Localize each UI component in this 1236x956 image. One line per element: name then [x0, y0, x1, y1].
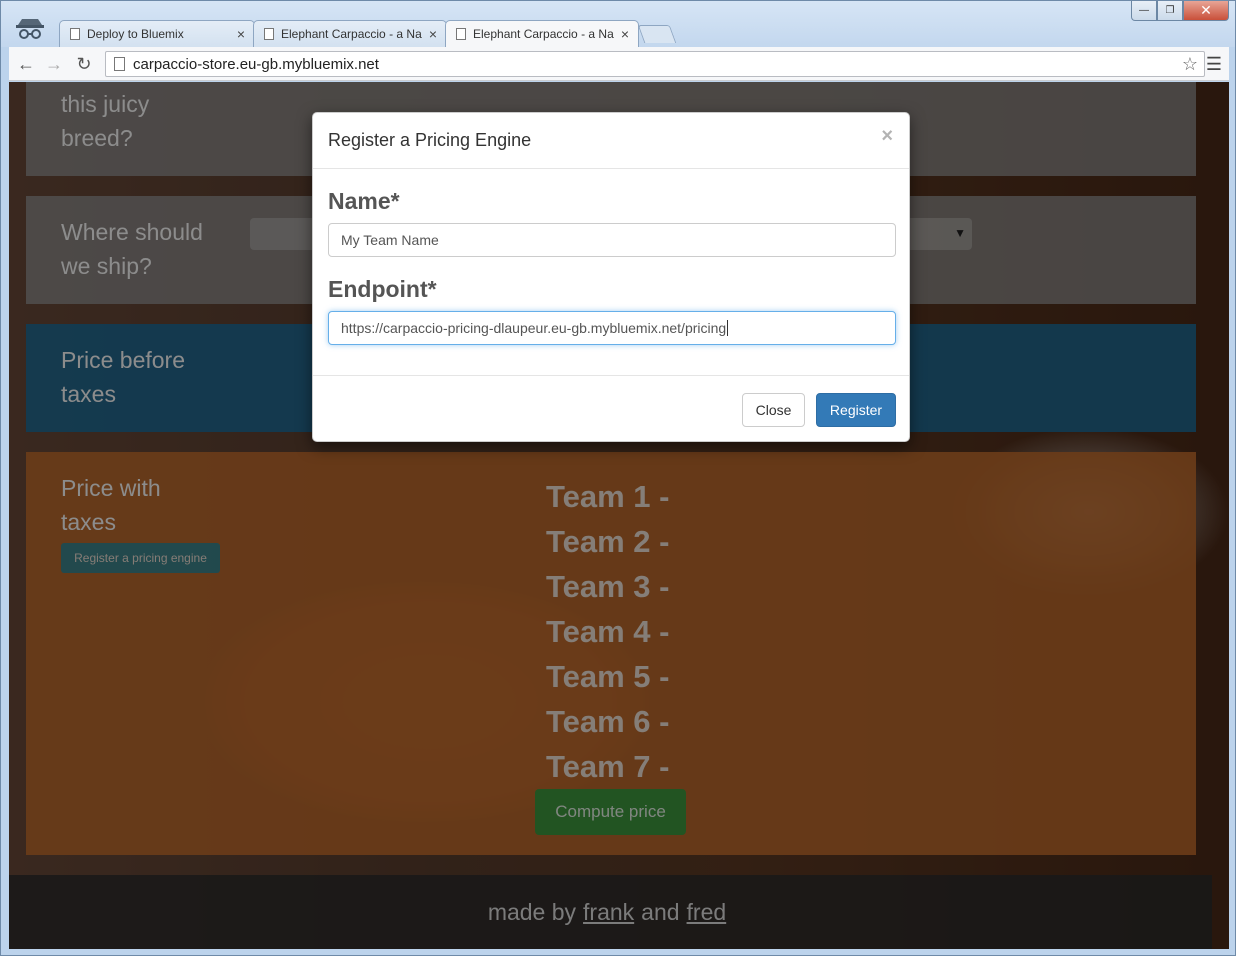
- page-icon: [264, 28, 274, 40]
- tab-close-icon[interactable]: ×: [424, 26, 442, 42]
- browser-toolbar: ← → ↻ carpaccio-store.eu-gb.mybluemix.ne…: [9, 47, 1229, 81]
- endpoint-field-value: https://carpaccio-pricing-dlaupeur.eu-gb…: [341, 320, 727, 336]
- tab-close-icon[interactable]: ×: [616, 26, 634, 42]
- tab-deploy-to-bluemix[interactable]: Deploy to Bluemix ×: [59, 20, 255, 47]
- tab-elephant-carpaccio-1[interactable]: Elephant Carpaccio - a Na ×: [253, 20, 447, 47]
- tab-label: Deploy to Bluemix: [87, 27, 184, 41]
- tab-close-icon[interactable]: ×: [232, 26, 250, 42]
- name-label: Name*: [328, 188, 400, 214]
- incognito-icon: [13, 13, 47, 43]
- forward-arrow-icon[interactable]: →: [43, 53, 65, 75]
- reload-icon[interactable]: ↻: [73, 53, 95, 75]
- close-icon[interactable]: ×: [881, 125, 893, 148]
- page-icon: [456, 28, 466, 40]
- bookmark-star-icon[interactable]: ☆: [1182, 54, 1198, 75]
- tab-label: Elephant Carpaccio - a Na: [473, 27, 614, 41]
- name-field-value: My Team Name: [341, 232, 439, 248]
- tab-elephant-carpaccio-2[interactable]: Elephant Carpaccio - a Na ×: [445, 20, 639, 47]
- restore-icon[interactable]: ❐: [1157, 1, 1183, 21]
- back-arrow-icon[interactable]: ←: [15, 53, 37, 75]
- url-text[interactable]: carpaccio-store.eu-gb.mybluemix.net: [133, 56, 379, 73]
- endpoint-field[interactable]: https://carpaccio-pricing-dlaupeur.eu-gb…: [328, 311, 896, 345]
- register-pricing-engine-modal: Register a Pricing Engine × Name* My Tea…: [312, 112, 910, 442]
- page-icon: [70, 28, 80, 40]
- endpoint-label: Endpoint*: [328, 276, 437, 302]
- name-field[interactable]: My Team Name: [328, 223, 896, 257]
- address-bar[interactable]: carpaccio-store.eu-gb.mybluemix.net ☆: [105, 51, 1205, 77]
- modal-title: Register a Pricing Engine: [328, 130, 532, 150]
- window-close-icon[interactable]: ✕: [1183, 1, 1229, 21]
- page-icon: [114, 57, 125, 71]
- hamburger-menu-icon[interactable]: ☰: [1203, 53, 1225, 75]
- close-button[interactable]: Close: [742, 393, 805, 427]
- modal-header: Register a Pricing Engine ×: [313, 113, 909, 169]
- tab-label: Elephant Carpaccio - a Na: [281, 27, 422, 41]
- text-caret: [727, 320, 729, 336]
- page-viewport: this juicy breed? Where should we ship? …: [9, 82, 1229, 949]
- minimize-icon[interactable]: —: [1131, 1, 1157, 21]
- window-controls: — ❐ ✕: [1131, 1, 1229, 21]
- modal-footer: Close Register: [313, 375, 909, 443]
- register-button[interactable]: Register: [816, 393, 896, 427]
- new-tab-button[interactable]: [637, 25, 677, 43]
- browser-window: Deploy to Bluemix × Elephant Carpaccio -…: [0, 0, 1236, 956]
- title-bar: Deploy to Bluemix × Elephant Carpaccio -…: [1, 1, 1235, 47]
